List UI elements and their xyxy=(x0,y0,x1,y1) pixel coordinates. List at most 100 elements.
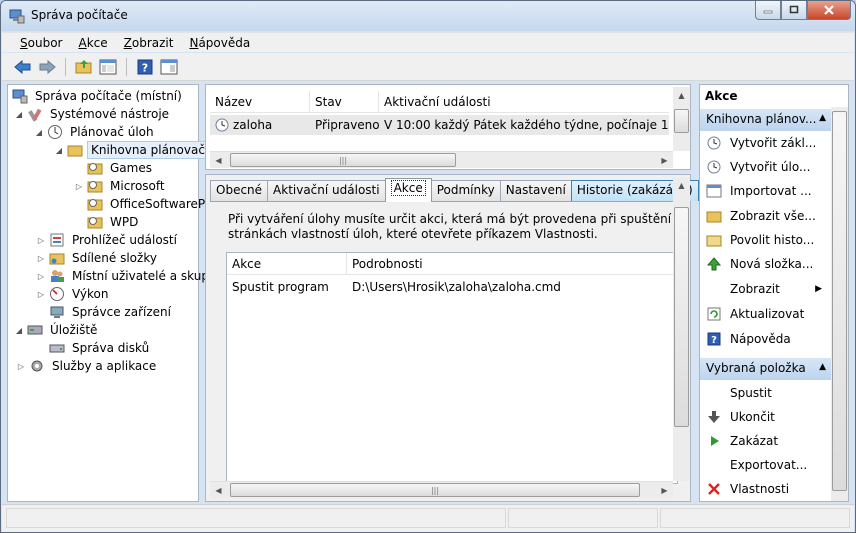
collapse-icon[interactable]: ◢ xyxy=(14,109,24,119)
minimize-button[interactable] xyxy=(755,1,781,20)
action-create-basic-task[interactable]: Vytvořit zákl... xyxy=(700,132,832,154)
action-enable-history[interactable]: Povolit histo... xyxy=(700,229,832,251)
forward-button[interactable] xyxy=(36,56,58,78)
expand-icon[interactable]: ▷ xyxy=(16,361,26,371)
tree-item-storage[interactable]: ◢ Úložiště xyxy=(14,321,100,339)
event-viewer-icon xyxy=(49,232,65,248)
scroll-thumb[interactable]: ||| xyxy=(230,153,456,167)
title-bar[interactable]: Správa počítače xyxy=(1,1,855,31)
menu-akce[interactable]: Akce xyxy=(70,36,115,50)
tree-item-system-tools[interactable]: ◢ Systémové nástroje xyxy=(14,105,172,123)
collapse-section-icon[interactable]: ▲ xyxy=(819,362,826,372)
details-vertical-scrollbar[interactable]: ▲ xyxy=(673,177,690,481)
expand-icon[interactable]: ▷ xyxy=(36,289,46,299)
menu-napoveda[interactable]: Nápověda xyxy=(181,36,258,50)
show-tree-button[interactable] xyxy=(97,56,119,78)
scroll-right-icon[interactable]: ▶ xyxy=(656,152,673,169)
expand-icon[interactable]: ▷ xyxy=(36,235,46,245)
tree-label: Systémové nástroje xyxy=(50,107,170,121)
action-show-all[interactable]: Zobrazit vše... xyxy=(700,205,832,227)
tree-item-library[interactable]: ◢ Knihovna plánovače xyxy=(54,141,217,159)
expand-icon[interactable]: ▷ xyxy=(36,271,46,281)
tree-item-local-users[interactable]: ▷ Místní uživatelé a skupin xyxy=(36,267,223,285)
svg-text:?: ? xyxy=(711,335,717,346)
scroll-thumb[interactable] xyxy=(832,111,847,491)
show-action-pane-button[interactable] xyxy=(158,56,180,78)
scroll-thumb[interactable] xyxy=(674,207,689,427)
tree-item-device-manager[interactable]: Správce zařízení xyxy=(49,303,174,321)
action-import[interactable]: Importovat ... xyxy=(700,180,832,202)
action-view[interactable]: Zobrazit ▶ xyxy=(700,278,828,300)
column-details[interactable]: Podrobnosti xyxy=(347,253,677,274)
tree-item-microsoft[interactable]: ▷ Microsoft xyxy=(74,177,168,195)
expand-icon[interactable]: ▷ xyxy=(74,181,84,191)
menu-label: obrazit xyxy=(131,35,174,50)
scroll-left-icon[interactable]: ◀ xyxy=(210,152,227,169)
clock-icon xyxy=(706,135,722,151)
tree-item-root[interactable]: Správa počítače (místní) xyxy=(12,87,185,105)
tree-item-wpd[interactable]: WPD xyxy=(87,213,141,231)
folder-icon xyxy=(706,232,722,248)
tree-item-performance[interactable]: ▷ Výkon xyxy=(36,285,111,303)
task-clock-icon xyxy=(215,118,229,132)
tree-item-disk-management[interactable]: Správa disků xyxy=(49,339,152,357)
column-name[interactable]: Název xyxy=(210,91,310,112)
tree-item-event-viewer[interactable]: ▷ Prohlížeč událostí xyxy=(36,231,180,249)
action-properties[interactable]: Vlastnosti xyxy=(700,478,832,500)
tree-label: Úložiště xyxy=(50,323,98,337)
action-end[interactable]: Ukončit xyxy=(700,406,832,428)
action-row[interactable]: Spustit program D:\Users\Hrosik\zaloha\z… xyxy=(227,277,677,297)
section-selected-item[interactable]: Vybraná položka ▲ xyxy=(700,358,832,380)
back-button[interactable] xyxy=(12,56,34,78)
action-create-task[interactable]: Vytvořit úlo... xyxy=(700,156,832,178)
column-triggers[interactable]: Aktivační události xyxy=(379,91,669,112)
up-folder-button[interactable] xyxy=(73,56,95,78)
column-action[interactable]: Akce xyxy=(227,253,347,274)
task-list-vertical-scrollbar[interactable]: ▲ xyxy=(673,87,690,151)
action-export[interactable]: Exportovat... xyxy=(700,454,832,476)
actions-vertical-scrollbar[interactable] xyxy=(831,107,848,501)
action-run[interactable]: Spustit xyxy=(700,382,832,404)
action-label: Spustit xyxy=(730,386,772,400)
action-disable[interactable]: Zakázat xyxy=(700,430,832,452)
section-library[interactable]: Knihovna plánov... ▲ xyxy=(700,109,832,131)
help-button[interactable]: ? xyxy=(134,56,156,78)
tab-general[interactable]: Obecné xyxy=(210,180,269,201)
close-button[interactable] xyxy=(807,1,851,20)
task-row[interactable]: zaloha Připraveno V 10:00 každý Pátek ka… xyxy=(210,115,669,135)
tree-item-task-scheduler[interactable]: ◢ Plánovač úloh xyxy=(34,123,157,141)
action-new-folder[interactable]: Nová složka... xyxy=(700,253,832,275)
collapse-icon[interactable]: ◢ xyxy=(14,325,24,335)
menu-zobrazit[interactable]: Zobrazit xyxy=(116,36,182,50)
action-help[interactable]: ? Nápověda xyxy=(700,328,832,350)
task-list-horizontal-scrollbar[interactable]: ◀ ||| ▶ xyxy=(210,151,673,168)
collapse-icon[interactable]: ◢ xyxy=(54,145,64,155)
tab-actions[interactable]: Akce xyxy=(384,178,432,202)
action-refresh[interactable]: Aktualizovat xyxy=(700,303,832,325)
tab-settings[interactable]: Nastavení xyxy=(499,180,572,201)
column-status[interactable]: Stav xyxy=(310,91,379,112)
tree-item-shared-folders[interactable]: ▷ Sdílené složky xyxy=(36,249,160,267)
expand-icon[interactable]: ▷ xyxy=(36,253,46,263)
tree-item-office[interactable]: OfficeSoftwareP xyxy=(87,195,208,213)
scroll-up-icon[interactable]: ▲ xyxy=(673,87,690,104)
tree-item-services[interactable]: ▷ Služby a aplikace xyxy=(16,357,159,375)
menu-soubor[interactable]: Soubor xyxy=(12,36,70,50)
tree-item-games[interactable]: Games xyxy=(87,159,155,177)
maximize-button[interactable] xyxy=(781,1,807,20)
tab-triggers[interactable]: Aktivační události xyxy=(267,180,386,201)
tree-label: Správa disků xyxy=(72,341,150,355)
scroll-thumb[interactable] xyxy=(674,109,689,133)
tree-label: Knihovna plánovače xyxy=(87,141,217,159)
scroll-right-icon[interactable]: ▶ xyxy=(656,482,673,499)
scroll-up-icon[interactable]: ▲ xyxy=(673,177,690,194)
tab-conditions[interactable]: Podmínky xyxy=(430,180,501,201)
tree-label: Výkon xyxy=(72,287,109,301)
back-arrow-icon xyxy=(14,59,31,74)
collapse-section-icon[interactable]: ▲ xyxy=(819,113,826,123)
collapse-icon[interactable]: ◢ xyxy=(34,127,44,137)
scroll-thumb[interactable]: ||| xyxy=(230,483,640,497)
device-manager-icon xyxy=(49,304,65,320)
scroll-left-icon[interactable]: ◀ xyxy=(210,482,227,499)
details-horizontal-scrollbar[interactable]: ◀ ||| ▶ xyxy=(210,481,673,498)
